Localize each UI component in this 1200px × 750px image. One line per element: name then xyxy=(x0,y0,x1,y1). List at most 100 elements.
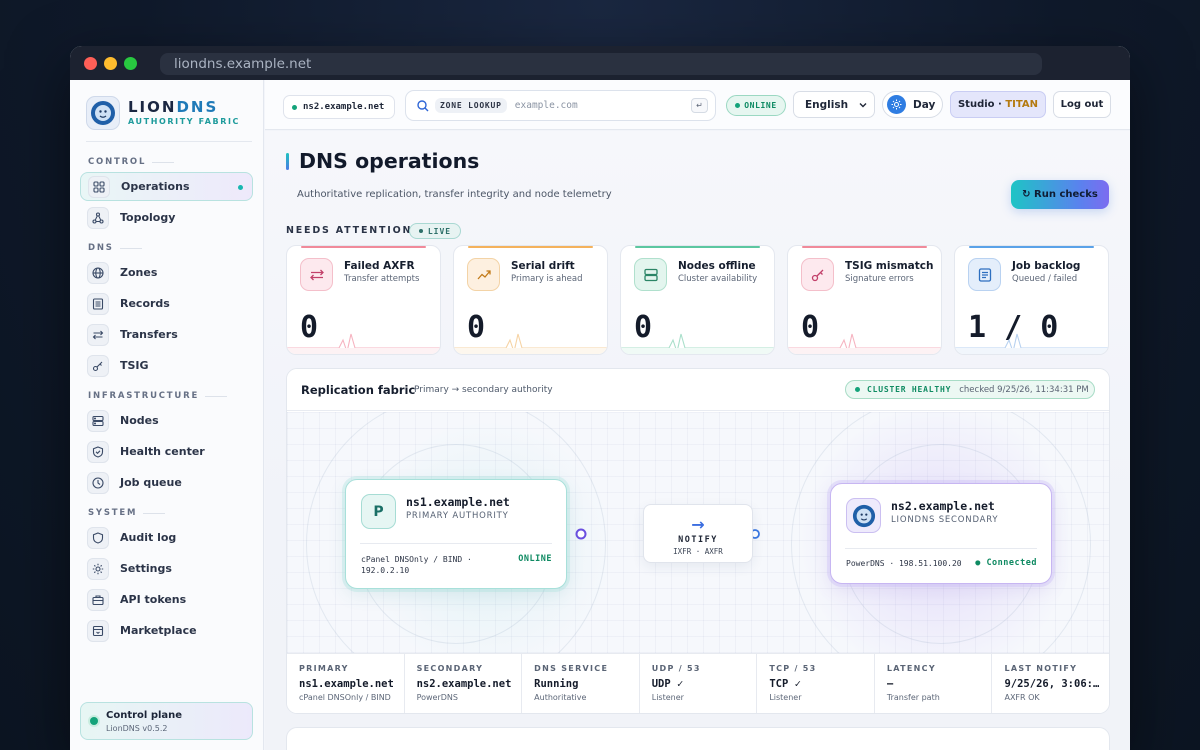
maximize-window-button[interactable] xyxy=(124,57,137,70)
card-title: Nodes offline xyxy=(678,260,756,272)
live-text: LIVE xyxy=(427,226,452,236)
panel-header: Replication fabric Primary → secondary a… xyxy=(287,369,1109,411)
notify-link-card[interactable]: → NOTIFY IXFR · AXFR xyxy=(643,504,753,563)
replication-diagram: P ns1.example.net PRIMARY AUTHORITY cPan… xyxy=(287,412,1109,655)
theme-toggle[interactable]: Day xyxy=(882,91,943,118)
sidebar-item-zones[interactable]: Zones xyxy=(80,258,253,287)
control-plane-version: LionDNS v0.5.2 xyxy=(106,724,168,733)
stat-value: TCP ✓ xyxy=(769,678,801,690)
logout-button[interactable]: Log out xyxy=(1053,91,1111,118)
primary-node-card[interactable]: P ns1.example.net PRIMARY AUTHORITY cPan… xyxy=(345,479,567,589)
card-accent xyxy=(969,246,1094,248)
metric-card-failed-axfr[interactable]: Failed AXFR Transfer attempts 0 xyxy=(286,245,441,355)
sidebar-item-job-queue[interactable]: Job queue xyxy=(80,468,253,497)
sidebar-item-records[interactable]: Records xyxy=(80,289,253,318)
notify-label: NOTIFY xyxy=(678,535,718,545)
cluster-health-badge: CLUSTER HEALTHY checked 9/25/26, 11:34:3… xyxy=(845,380,1095,399)
close-window-button[interactable] xyxy=(84,57,97,70)
control-plane-status[interactable]: Control plane LionDNS v0.5.2 xyxy=(80,702,253,740)
metric-card-serial-drift[interactable]: Serial drift Primary is ahead 0 xyxy=(453,245,608,355)
zone-search[interactable]: ZONE LOOKUP ↵ xyxy=(405,90,716,121)
stat-subtitle: Listener xyxy=(651,693,684,702)
metric-card-nodes-offline[interactable]: Nodes offline Cluster availability 0 xyxy=(620,245,775,355)
brand[interactable]: LIONDNS AUTHORITY FABRIC xyxy=(86,96,256,132)
sidebar-item-settings[interactable]: Settings xyxy=(80,554,253,583)
sidebar-item-nodes[interactable]: Nodes xyxy=(80,406,253,435)
divider xyxy=(360,543,552,544)
stat-value: UDP ✓ xyxy=(651,678,684,690)
store-icon xyxy=(87,619,109,642)
card-title: TSIG mismatch xyxy=(845,260,934,272)
sun-icon xyxy=(887,95,906,114)
needs-attention-label: NEEDS ATTENTION xyxy=(286,225,413,236)
sidebar-item-operations[interactable]: Operations xyxy=(80,172,253,201)
card-subtitle: Transfer attempts xyxy=(344,274,420,284)
stat-value: — xyxy=(886,678,894,690)
address-bar[interactable]: liondns.example.net xyxy=(160,53,1042,75)
active-indicator xyxy=(238,185,243,190)
browser-chrome: liondns.example.net xyxy=(70,46,1130,80)
live-badge: LIVE xyxy=(409,223,461,239)
sparkline xyxy=(955,333,1108,354)
section-label-system: SYSTEM xyxy=(88,508,166,518)
stat-heading: SECONDARY xyxy=(416,664,484,673)
sidebar-item-label: Settings xyxy=(120,562,172,575)
sidebar-item-marketplace[interactable]: Marketplace xyxy=(80,616,253,645)
sidebar-item-api-tokens[interactable]: API tokens xyxy=(80,585,253,614)
sidebar-item-label: Transfers xyxy=(120,328,178,341)
primary-node-status: ONLINE xyxy=(518,554,552,564)
stat-last-notify: LAST NOTIFY 9/25/26, 3:06:… AXFR OK xyxy=(992,654,1109,713)
checked-timestamp: checked 9/25/26, 11:34:31 PM xyxy=(959,384,1089,395)
shield-icon xyxy=(87,526,109,549)
language-select[interactable]: English xyxy=(793,91,875,118)
sidebar-item-transfers[interactable]: Transfers xyxy=(80,320,253,349)
primary-badge: P xyxy=(361,494,396,529)
sidebar-item-topology[interactable]: Topology xyxy=(80,203,253,232)
enter-key-icon[interactable]: ↵ xyxy=(691,98,708,113)
studio-label: Studio xyxy=(957,99,995,110)
operations-icon xyxy=(88,175,110,198)
host-selector[interactable]: ns2.example.net xyxy=(283,95,395,119)
content: DNS operations Authoritative replication… xyxy=(265,131,1130,750)
card-subtitle: Queued / failed xyxy=(1012,274,1078,284)
section-label-control: CONTROL xyxy=(88,157,175,167)
sidebar-item-audit-log[interactable]: Audit log xyxy=(80,523,253,552)
stat-dns-service: DNS SERVICE Running Authoritative xyxy=(522,654,640,713)
status-dot xyxy=(855,387,860,392)
sidebar-item-label: API tokens xyxy=(120,593,187,606)
stat-subtitle: AXFR OK xyxy=(1004,693,1040,702)
sidebar-item-label: Zones xyxy=(120,266,158,279)
secondary-node-meta: PowerDNS · 198.51.100.20 xyxy=(846,559,962,568)
card-accent xyxy=(468,246,593,248)
search-icon xyxy=(417,99,429,111)
secondary-node-status: ● Connected xyxy=(975,558,1037,568)
metric-card-tsig-mismatch[interactable]: TSIG mismatch Signature errors 0 xyxy=(787,245,942,355)
stat-subtitle: cPanel DNSOnly / BIND xyxy=(299,693,391,702)
stat-subtitle: Transfer path xyxy=(886,693,940,702)
sidebar-item-label: Topology xyxy=(120,211,176,224)
status-dot xyxy=(735,103,741,108)
online-status-text: ONLINE xyxy=(744,101,777,110)
studio-workspace-button[interactable]: Studio · TITAN xyxy=(950,91,1046,118)
transfer-arrows-icon xyxy=(87,323,109,346)
brand-tagline: AUTHORITY FABRIC xyxy=(128,117,241,126)
key-icon xyxy=(801,258,834,291)
online-status-badge: ONLINE xyxy=(726,95,786,116)
primary-node-meta: cPanel DNSOnly / BIND · 192.0.2.10 xyxy=(361,555,472,575)
stat-secondary: SECONDARY ns2.example.net PowerDNS xyxy=(405,654,523,713)
secondary-node-card[interactable]: ns2.example.net LIONDNS SECONDARY PowerD… xyxy=(830,483,1052,584)
sidebar-item-tsig[interactable]: TSIG xyxy=(80,351,253,380)
primary-node-role: PRIMARY AUTHORITY xyxy=(406,511,509,521)
card-accent xyxy=(635,246,760,248)
panel-title: Replication fabric xyxy=(301,383,416,397)
metric-card-job-backlog[interactable]: Job backlog Queued / failed 1 / 0 xyxy=(954,245,1109,355)
sidebar-item-health-center[interactable]: Health center xyxy=(80,437,253,466)
card-title: Serial drift xyxy=(511,260,575,272)
minimize-window-button[interactable] xyxy=(104,57,117,70)
stat-value: Running xyxy=(534,678,579,690)
page-subtitle: Authoritative replication, transfer inte… xyxy=(297,189,612,200)
run-checks-button[interactable]: ↻ Run checks xyxy=(1011,180,1109,209)
section-label-dns: DNS xyxy=(88,243,142,253)
live-dot xyxy=(418,229,423,233)
search-input[interactable] xyxy=(514,100,675,111)
